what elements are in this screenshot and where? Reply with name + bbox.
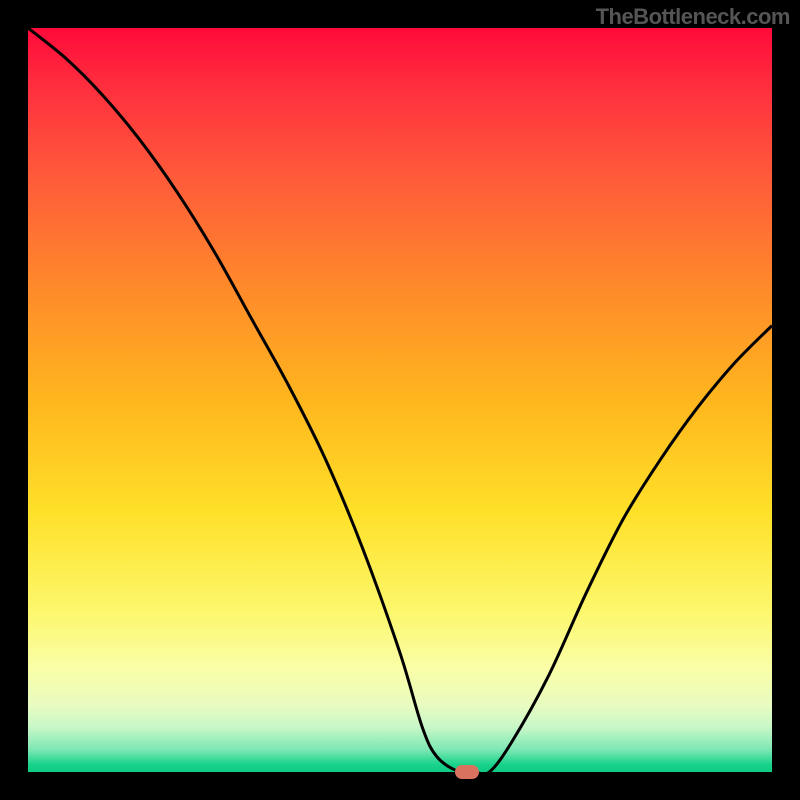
curve-svg [28,28,772,772]
bottleneck-curve [28,28,772,772]
watermark-text: TheBottleneck.com [596,4,790,30]
plot-area [28,28,772,772]
optimal-marker [455,765,479,779]
